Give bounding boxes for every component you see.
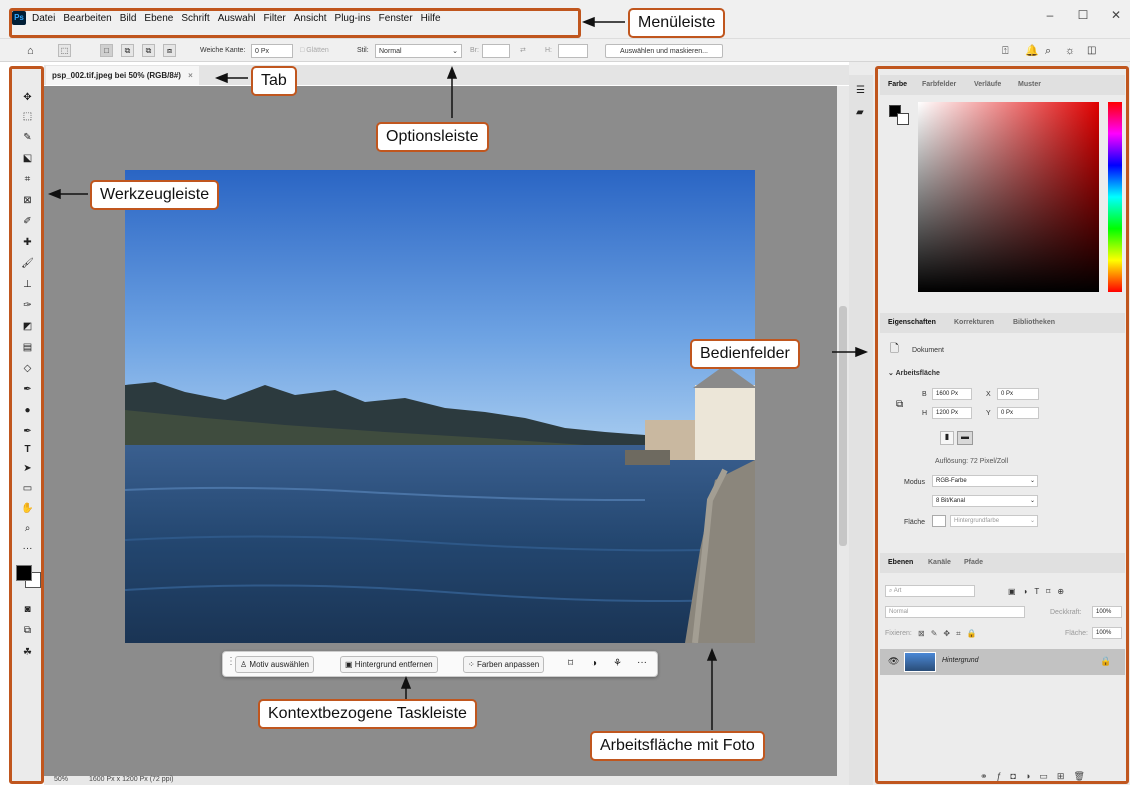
callout-tab: Tab <box>251 66 297 96</box>
callout-toolbar: Werkzeugleiste <box>90 180 220 210</box>
callout-panels: Bedienfelder <box>690 339 800 369</box>
callout-menubar: Menüleiste <box>628 8 726 38</box>
callout-canvas: Arbeitsfläche mit Foto <box>590 731 765 761</box>
callout-optionsbar: Optionsleiste <box>376 122 489 152</box>
callout-arrows <box>47 16 869 730</box>
callout-context-taskbar: Kontextbezogene Taskleiste <box>258 699 477 729</box>
